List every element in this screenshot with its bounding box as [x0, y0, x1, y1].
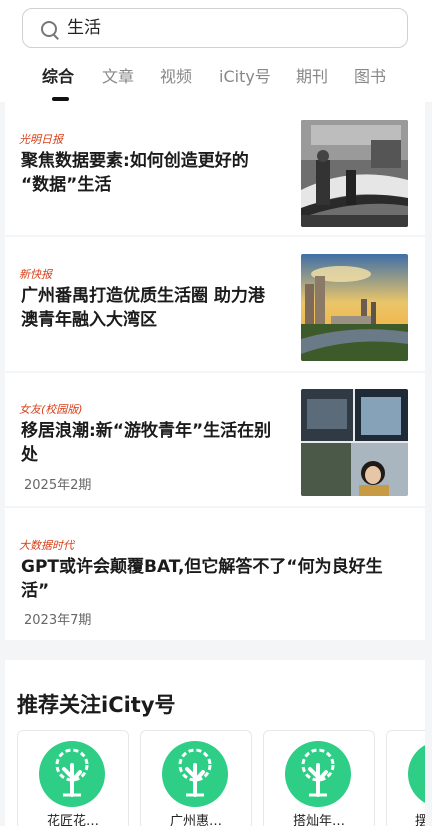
result-title-line[interactable]: “数据”生活 — [21, 173, 111, 197]
search-icon — [41, 21, 57, 37]
result-source: 大数据时代 — [19, 539, 74, 552]
tab-journals[interactable]: 期刊 — [296, 65, 328, 89]
result-title-line[interactable]: GPT或许会颠覆BAT,但它解答不了“何为良好生 — [21, 555, 383, 579]
result-issue-date: 2025年2期 — [24, 478, 92, 493]
result-source: 新快报 — [19, 268, 52, 281]
result-title-line[interactable]: 活” — [21, 579, 49, 603]
account-card[interactable]: 广州惠… — [140, 730, 252, 826]
result-issue-date: 2023年7期 — [24, 613, 92, 628]
result-item[interactable]: 新快报 广州番禺打造优质生活圈 助力港 澳青年融入大湾区 — [5, 237, 425, 371]
result-item[interactable]: 大数据时代 GPT或许会颠覆BAT,但它解答不了“何为良好生 活” 2023年7… — [5, 508, 425, 640]
result-title-line[interactable]: 广州番禺打造优质生活圈 助力港 — [21, 284, 265, 308]
result-item[interactable]: 女友(校园版) 移居浪潮:新“游牧青年”生活在别 处 2025年2期 — [5, 373, 425, 506]
account-card[interactable]: 花匠花… — [17, 730, 129, 826]
tab-articles[interactable]: 文章 — [102, 65, 134, 89]
account-name: 摆 — [415, 813, 425, 826]
section-title: 推荐关注iCity号 — [17, 693, 176, 717]
tree-logo-icon — [39, 741, 105, 807]
search-box[interactable]: 生活 — [22, 8, 408, 48]
result-title-line[interactable]: 澳青年融入大湾区 — [21, 308, 157, 332]
magazine-collage-photo — [301, 389, 408, 496]
tree-logo-icon — [285, 741, 351, 807]
account-name: 花匠花… — [46, 814, 99, 826]
account-card[interactable]: 搭灿年… — [263, 730, 375, 826]
active-tab-indicator — [52, 97, 69, 101]
exhibition-photo — [301, 120, 408, 227]
result-title-line[interactable]: 移居浪潮:新“游牧青年”生活在别 — [21, 419, 271, 443]
result-title-line[interactable]: 处 — [21, 443, 38, 467]
tab-bar: 综合 文章 视频 iCity号 期刊 图书 — [0, 62, 432, 102]
result-thumbnail[interactable] — [301, 389, 408, 496]
tab-all[interactable]: 综合 — [42, 65, 74, 89]
account-card[interactable]: 摆 — [386, 730, 425, 826]
account-name: 搭灿年… — [292, 814, 345, 826]
result-title-line[interactable]: 聚焦数据要素:如何创造更好的 — [21, 149, 249, 173]
result-thumbnail[interactable] — [301, 254, 408, 361]
search-results-page: 生活 综合 文章 视频 iCity号 期刊 图书 光明日报 聚焦数据要素:如何创… — [0, 0, 432, 826]
tab-books[interactable]: 图书 — [354, 65, 386, 89]
search-input[interactable]: 生活 — [67, 17, 101, 39]
result-item[interactable]: 光明日报 聚焦数据要素:如何创造更好的 “数据”生活 — [5, 102, 425, 235]
result-source: 女友(校园版) — [19, 403, 83, 416]
result-thumbnail[interactable] — [301, 120, 408, 227]
tab-videos[interactable]: 视频 — [160, 65, 192, 89]
recommend-section: 推荐关注iCity号 花匠花… 广州惠… 搭灿年… — [5, 660, 425, 826]
tree-logo-icon — [408, 745, 425, 803]
result-source: 光明日报 — [19, 133, 63, 146]
city-skyline-photo — [301, 254, 408, 361]
tree-logo-icon — [162, 741, 228, 807]
tab-icity[interactable]: iCity号 — [219, 65, 271, 89]
header: 生活 综合 文章 视频 iCity号 期刊 图书 — [0, 0, 432, 102]
account-name: 广州惠… — [169, 814, 222, 826]
